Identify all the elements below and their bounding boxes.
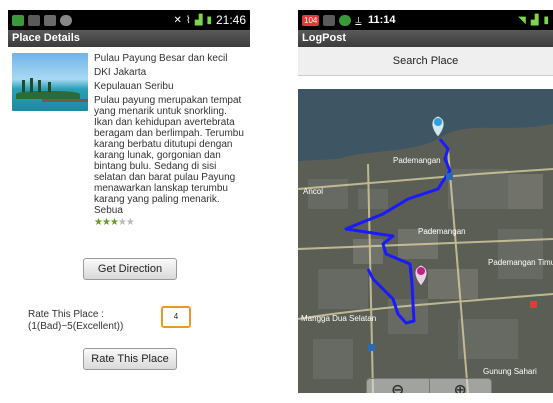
- map-label-gunung: Gunung Sahari: [483, 367, 537, 376]
- zoom-controls: ⊖ ⊕: [366, 378, 492, 393]
- star-empty-icon: ★: [117, 217, 127, 228]
- place-province: DKI Jakarta: [94, 67, 147, 78]
- rating-stars: ★★★★★: [94, 217, 246, 228]
- logpost-map-screen: 104 ⟂ 11:14 ◥ ▟ ▮ LogPost Search Place P…: [298, 10, 553, 393]
- android-icon: [12, 14, 24, 26]
- map-canvas: Pademangan Ancol Pademangan Pademangan T…: [298, 89, 553, 393]
- place-name: Pulau Payung Besar dan kecil: [94, 53, 228, 64]
- image-icon: [28, 14, 40, 26]
- map-label-pademangan-timur: Pademangan Timur: [488, 258, 553, 267]
- rate-label-line1: Rate This Place :: [28, 309, 104, 320]
- battery-icon: ▮: [206, 14, 212, 26]
- rate-label: Rate This Place : (1(Bad)~5(Excellent)): [28, 309, 123, 333]
- poi-icon: [368, 344, 375, 351]
- app-icon: [44, 14, 56, 26]
- place-details-screen: ✕ ⌇ ▟ ▮ 21:46 Place Details Pulau Payung…: [8, 10, 250, 393]
- poi-icon: [446, 173, 453, 180]
- star-filled-icon: ★: [109, 217, 119, 228]
- mute-icon: ✕: [173, 14, 182, 26]
- hospital-icon: [530, 301, 537, 308]
- notification-badge: 104: [302, 14, 320, 26]
- status-time: 21:46: [215, 13, 246, 27]
- rate-input[interactable]: 4: [161, 306, 191, 328]
- android-icon: [339, 14, 352, 26]
- wifi-icon: ◥: [518, 14, 526, 26]
- wifi-icon: ⌇: [185, 14, 191, 26]
- map-label-mangga-dua: Mangga Dua Selatan: [301, 314, 376, 323]
- usb-icon: ⟂: [355, 14, 362, 25]
- zoom-in-button[interactable]: ⊕: [430, 379, 492, 393]
- rate-label-line2: (1(Bad)~5(Excellent)): [28, 321, 124, 332]
- star-filled-icon: ★: [94, 217, 103, 228]
- signal-icon: ▟: [530, 14, 539, 26]
- status-bar: ✕ ⌇ ▟ ▮ 21:46: [8, 10, 250, 30]
- map-label-ancol: Ancol: [303, 187, 323, 196]
- page-title: Place Details: [8, 30, 250, 47]
- status-time: 11:14: [368, 14, 396, 26]
- app-title: LogPost: [298, 30, 553, 47]
- status-bar: 104 ⟂ 11:14 ◥ ▟ ▮: [298, 10, 553, 30]
- battery-icon: ▮: [543, 14, 549, 26]
- image-icon: [323, 14, 336, 26]
- get-direction-button[interactable]: Get Direction: [83, 258, 177, 280]
- record-icon: [60, 14, 72, 26]
- place-description: Pulau payung merupakan tempat yang menar…: [94, 95, 244, 216]
- rate-place-button[interactable]: Rate This Place: [83, 348, 177, 370]
- map-label-pademangan: Pademangan: [393, 156, 441, 165]
- star-filled-icon: ★: [101, 217, 111, 228]
- map-view[interactable]: Pademangan Ancol Pademangan Pademangan T…: [298, 89, 553, 393]
- star-empty-icon: ★: [125, 217, 135, 228]
- signal-icon: ▟: [194, 14, 203, 26]
- place-area: Kepulauan Seribu: [94, 81, 174, 92]
- map-label-pademangan2: Pademangan: [418, 227, 466, 236]
- search-place-button[interactable]: Search Place: [298, 47, 553, 76]
- place-photo: [12, 53, 88, 111]
- zoom-out-button[interactable]: ⊖: [367, 379, 430, 393]
